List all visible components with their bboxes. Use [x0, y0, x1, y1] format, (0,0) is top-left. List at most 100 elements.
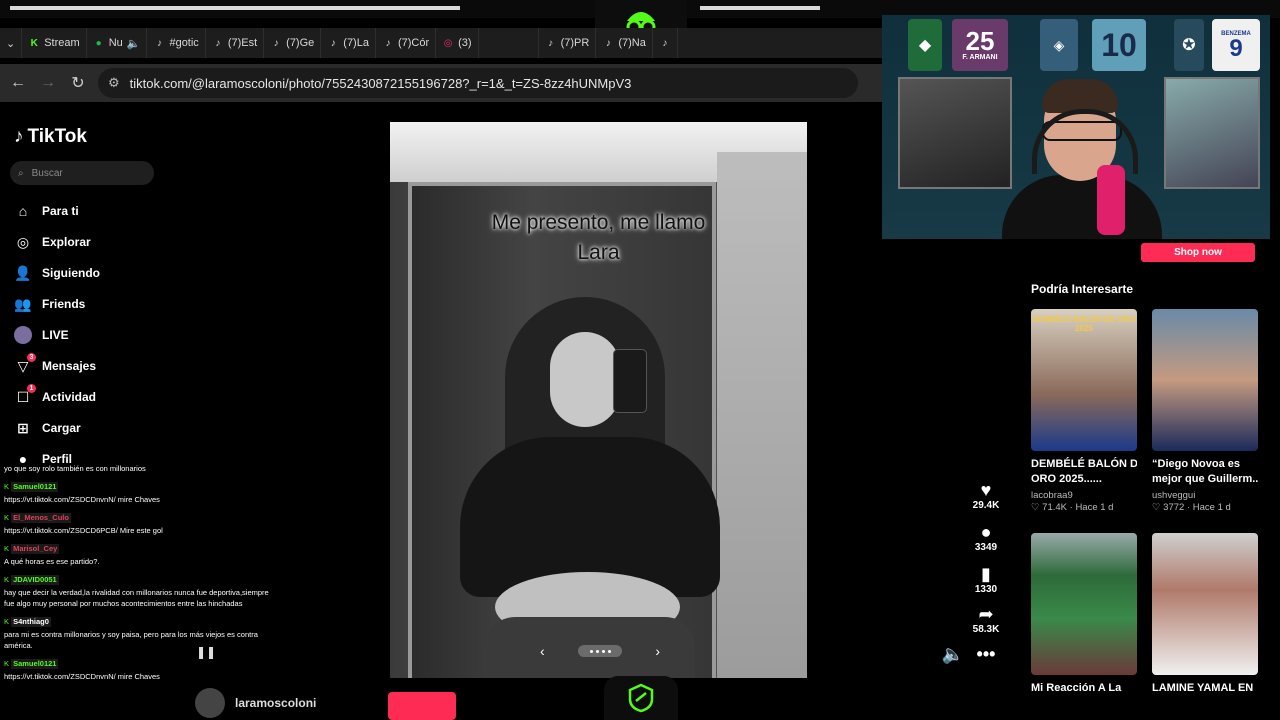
chat-user: K El_Menos_Culo [4, 513, 71, 523]
video-author[interactable]: lacobraa9 [1031, 490, 1137, 501]
jersey-frame: BENZEMA 9 [1212, 19, 1260, 71]
url-text: tiktok.com/@laramoscoloni/photo/75524308… [129, 75, 632, 91]
chat-message: A qué horas es ese partido?. [4, 557, 100, 566]
recommended-video[interactable]: Mi Reacción A La [1031, 533, 1137, 696]
heart-icon: ♥ [980, 480, 992, 500]
chevron-right-icon[interactable]: › [655, 643, 660, 659]
recommended-video[interactable]: DEMBÉLÉ BALÓN DE ORO 2025 DEMBÉLÉ BALÓN … [1031, 309, 1137, 513]
browser-tab[interactable]: ♪ [653, 28, 678, 58]
speaker-icon: 🔈 [126, 37, 141, 50]
follow-button[interactable] [388, 692, 456, 720]
search-icon: ⌕ [18, 167, 24, 179]
post-image[interactable]: Me presento, me llamo Lara [390, 122, 807, 678]
recommended-video[interactable]: “Diego Novoa es mejor que Guillerm... us… [1152, 309, 1258, 513]
reload-icon[interactable]: ↻ [66, 71, 90, 95]
heart-icon: ♡ [1031, 501, 1043, 513]
sidebar-item-live[interactable]: LIVE [14, 326, 69, 344]
save-button[interactable]: ▮ 1330 [962, 564, 1010, 595]
spotify-icon: ● [95, 37, 102, 49]
overlay-bar-left [10, 6, 460, 10]
back-icon[interactable]: ← [6, 71, 30, 95]
chat-message: hay que decir la verdad,la rivalidad con… [4, 588, 269, 597]
page-dots [578, 645, 622, 657]
person-photo [445, 297, 745, 678]
like-button[interactable]: ♥ 29.4K [962, 480, 1010, 511]
recommendations-title: Podría Interesarte [1031, 282, 1134, 296]
kick-icon: K [4, 513, 12, 522]
photo-pager: ‹ › [540, 640, 660, 662]
browser-tab[interactable]: ♪ (7)Ge [264, 28, 322, 58]
kick-icon: K [4, 575, 12, 584]
browser-tab[interactable]: ♪ (7)La [321, 28, 376, 58]
more-button[interactable]: ••• [976, 644, 996, 664]
browser-tab[interactable] [479, 28, 539, 58]
site-info-icon[interactable]: ⚙ [108, 75, 120, 91]
sidebar-item-siguiendo[interactable]: 👤 Siguiendo [14, 264, 100, 282]
more-icon: ••• [976, 644, 996, 664]
tiktok-logo[interactable]: ♪ TikTok [14, 126, 87, 148]
photo-frame [1164, 77, 1260, 189]
sidebar-item-explorar[interactable]: ◎ Explorar [14, 233, 91, 251]
video-thumbnail[interactable] [1152, 309, 1258, 451]
video-thumbnail[interactable] [1152, 533, 1258, 675]
jersey-frame: 10 [1092, 19, 1146, 71]
tiktok-icon: ♪ [14, 126, 24, 147]
friends-icon: 👥 [14, 295, 32, 312]
activity-icon: ☐ 1 [14, 384, 36, 406]
browser-tab[interactable]: ♪ #gotic [147, 28, 206, 58]
avatar[interactable] [195, 688, 225, 718]
tiktok-icon: ♪ [273, 37, 279, 49]
tiktok-icon: ♪ [548, 37, 554, 49]
browser-tab[interactable]: ♪ (7)Na [596, 28, 653, 58]
browser-tab[interactable]: ♪ (7)PR [539, 28, 597, 58]
recommended-video[interactable]: LAMINE YAMAL EN [1152, 533, 1258, 696]
sidebar-item-friends[interactable]: 👥 Friends [14, 295, 85, 313]
compass-icon: ◎ [16, 233, 30, 250]
volume-button[interactable]: 🔈 [938, 644, 968, 664]
sidebar-item-actividad[interactable]: ☐ 1 Actividad [14, 384, 96, 406]
post-author[interactable]: laramoscoloni [195, 688, 316, 718]
speaker-icon: 🔈 [941, 644, 965, 664]
chat-message: américa. [4, 641, 33, 650]
browser-tab[interactable]: ◎ (3) [436, 28, 479, 58]
share-button[interactable]: ➦ 58.3K [962, 604, 1010, 635]
upload-icon: ⊞ [17, 419, 29, 436]
browser-tab[interactable]: ♪ (7)Cór [376, 28, 437, 58]
video-thumbnail[interactable] [1031, 533, 1137, 675]
kick-icon: K [30, 37, 38, 49]
chat-message: https://vt.tiktok.com/ZSDCD6PCB/ Mire es… [4, 526, 163, 535]
tab-list-button[interactable]: ⌄ [0, 28, 23, 58]
chat-user: K Samuel0121 [4, 482, 59, 492]
pause-icon[interactable]: ❚❚ [196, 645, 216, 659]
post-caption: Me presento, me llamo Lara [491, 211, 706, 264]
video-thumbnail[interactable]: DEMBÉLÉ BALÓN DE ORO 2025 [1031, 309, 1137, 451]
browser-tab[interactable]: K Stream [22, 28, 87, 58]
browser-tab[interactable]: ♪ (7)Est [206, 28, 265, 58]
afa-crest-icon: ◈ [1040, 19, 1078, 71]
browser-tab[interactable]: ● Nu 🔈 [87, 28, 148, 58]
sidebar-item-cargar[interactable]: ⊞ Cargar [14, 419, 81, 437]
tiktok-icon: ♪ [215, 37, 221, 49]
jersey-frame: 25 F. ARMANI [952, 19, 1008, 71]
address-bar[interactable]: ⚙ tiktok.com/@laramoscoloni/photo/755243… [98, 68, 858, 98]
bookmark-icon: ▮ [981, 564, 991, 584]
tiktok-sidebar: ♪ TikTok ⌕ Buscar ⌂ Para ti ◎ Explorar 👤 Si… [0, 110, 200, 467]
search-input[interactable]: ⌕ Buscar [10, 161, 154, 185]
chat-user: K Marisol_Cey [4, 544, 60, 554]
sidebar-item-para-ti[interactable]: ⌂ Para ti [14, 202, 79, 220]
sidebar-item-mensajes[interactable]: ▽ 3 Mensajes [14, 353, 96, 375]
comment-button[interactable]: ● 3349 [962, 522, 1010, 553]
shield-icon [628, 683, 654, 713]
shop-now-button[interactable]: Shop now [1141, 243, 1255, 262]
chat-user: K S4nthiag0 [4, 617, 51, 627]
video-stats: ♡ 3772 · Hace 1 d [1152, 501, 1231, 513]
stream-chat-overlay: yo que soy rolo también es con millonari… [0, 462, 300, 720]
kick-icon: K [4, 482, 12, 491]
browser-toolbar: ← → ↻ ⚙ tiktok.com/@laramoscoloni/photo/… [0, 64, 882, 102]
overlay-bar-right [700, 6, 820, 10]
video-author[interactable]: ushveggui [1152, 490, 1258, 501]
chevron-left-icon[interactable]: ‹ [540, 643, 545, 659]
heart-icon: ♡ [1152, 501, 1164, 513]
forward-icon[interactable]: → [36, 71, 60, 95]
kick-icon: K [4, 544, 12, 553]
